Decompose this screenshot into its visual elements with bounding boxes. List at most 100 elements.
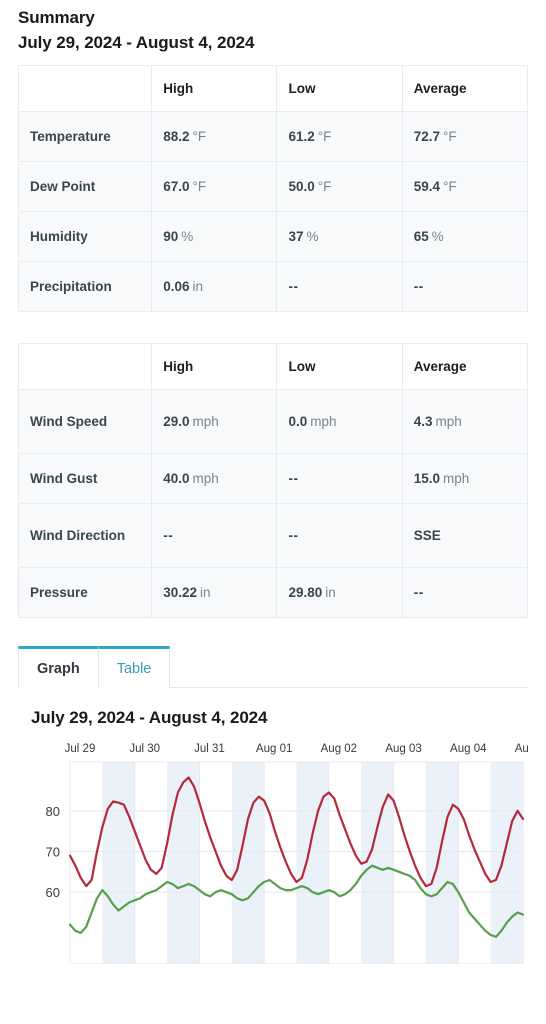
unit: °F bbox=[192, 179, 207, 194]
table-spacer bbox=[0, 312, 546, 334]
unit: in bbox=[192, 279, 204, 294]
cell-wind-speed-high: 29.0 mph bbox=[151, 389, 278, 454]
date-range-title: July 29, 2024 - August 4, 2024 bbox=[18, 33, 255, 52]
value: 90 bbox=[163, 229, 179, 244]
value: 72.7 bbox=[413, 129, 440, 144]
unit: % bbox=[181, 229, 194, 244]
value: 37 bbox=[288, 229, 304, 244]
table-row: Wind Speed 29.0 mph 0.0 mph 4.3 mph bbox=[17, 389, 529, 454]
unit: % bbox=[306, 229, 319, 244]
cell-pressure-high: 30.22 in bbox=[151, 567, 278, 618]
svg-text:Jul 31: Jul 31 bbox=[194, 743, 225, 755]
row-label-wind-gust: Wind Gust bbox=[17, 453, 153, 504]
table-row: Temperature 88.2 °F 61.2 °F 72.7 °F bbox=[17, 111, 529, 162]
cell-pressure-low: 29.80 in bbox=[276, 567, 403, 618]
temperature-dewpoint-line-chart[interactable]: 60 70 80 Jul 29 Jul 30 Jul 31 Aug 01 Aug 02 Aug … bbox=[18, 736, 528, 964]
table-header-row: High Low Average bbox=[17, 65, 529, 112]
value: -- bbox=[163, 528, 174, 543]
value: 0.06 bbox=[163, 279, 190, 294]
weather-summary-page: Summary July 29, 2024 - August 4, 2024 H… bbox=[0, 0, 546, 1024]
tabs-filler bbox=[170, 646, 528, 687]
value: -- bbox=[413, 585, 424, 600]
cell-precipitation-average: -- bbox=[401, 261, 529, 312]
value: SSE bbox=[413, 528, 441, 543]
svg-text:Jul 30: Jul 30 bbox=[129, 743, 160, 755]
tab-table[interactable]: Table bbox=[98, 646, 171, 688]
unit: in bbox=[325, 585, 336, 600]
tabs-row: Graph Table bbox=[18, 646, 528, 688]
value: 50.0 bbox=[288, 179, 315, 194]
value: 67.0 bbox=[163, 179, 190, 194]
conditions-table: High Low Average Temperature 88.2 °F 61.2… bbox=[17, 65, 529, 312]
row-label-temperature: Temperature bbox=[17, 111, 153, 162]
column-header-average: Average bbox=[401, 343, 529, 390]
cell-wind-direction-low: -- bbox=[276, 503, 403, 568]
cell-precipitation-high: 0.06 in bbox=[151, 261, 278, 312]
unit: mph bbox=[435, 414, 462, 429]
cell-humidity-average: 65% bbox=[401, 211, 529, 262]
value: 88.2 bbox=[163, 129, 190, 144]
chart-panel: July 29, 2024 - August 4, 2024 60 70 80 Jul… bbox=[0, 706, 546, 964]
value: 29.0 bbox=[163, 414, 190, 429]
cell-pressure-average: -- bbox=[401, 567, 529, 618]
svg-text:Aug 01: Aug 01 bbox=[256, 743, 292, 755]
table-row: Wind Gust 40.0 mph -- 15.0 mph bbox=[17, 453, 529, 504]
cell-dew-point-average: 59.4 °F bbox=[401, 161, 529, 212]
value: 4.3 bbox=[413, 414, 433, 429]
column-header-low: Low bbox=[276, 65, 403, 112]
tab-graph[interactable]: Graph bbox=[18, 646, 99, 688]
unit: mph bbox=[192, 414, 219, 429]
cell-wind-direction-high: -- bbox=[151, 503, 278, 568]
svg-text:Jul 29: Jul 29 bbox=[65, 743, 96, 755]
cell-dew-point-low: 50.0 °F bbox=[276, 161, 403, 212]
cell-wind-gust-low: -- bbox=[276, 453, 403, 504]
table-row: Precipitation 0.06 in -- -- bbox=[17, 261, 529, 312]
page-title: Summary bbox=[18, 8, 95, 27]
value: 61.2 bbox=[288, 129, 315, 144]
conditions-table-wrap: High Low Average Temperature 88.2 °F 61.2… bbox=[0, 65, 546, 312]
value: 65 bbox=[413, 229, 429, 244]
cell-temperature-low: 61.2 °F bbox=[276, 111, 403, 162]
value: 59.4 bbox=[413, 179, 440, 194]
row-label-pressure: Pressure bbox=[17, 567, 153, 618]
cell-dew-point-high: 67.0 °F bbox=[151, 161, 278, 212]
value: -- bbox=[413, 279, 424, 294]
table-row: Humidity 90% 37% 65% bbox=[17, 211, 529, 262]
svg-text:Aug 02: Aug 02 bbox=[321, 743, 357, 755]
value: 29.80 bbox=[288, 585, 323, 600]
cell-wind-gust-average: 15.0 mph bbox=[401, 453, 529, 504]
table-row: Pressure 30.22 in 29.80 in -- bbox=[17, 567, 529, 618]
svg-text:Aug 03: Aug 03 bbox=[385, 743, 421, 755]
chart-title: July 29, 2024 - August 4, 2024 bbox=[31, 708, 268, 727]
unit: in bbox=[200, 585, 211, 600]
table-row: Dew Point 67.0 °F 50.0 °F 59.4 °F bbox=[17, 161, 529, 212]
chart-area[interactable]: 60 70 80 Jul 29 Jul 30 Jul 31 Aug 01 Aug 02 Aug … bbox=[18, 736, 528, 964]
unit: mph bbox=[443, 471, 470, 486]
value: 30.22 bbox=[163, 585, 198, 600]
value: 40.0 bbox=[163, 471, 190, 486]
unit: °F bbox=[443, 179, 457, 194]
row-label-wind-direction: Wind Direction bbox=[17, 503, 153, 568]
unit: °F bbox=[317, 129, 332, 144]
cell-temperature-average: 72.7 °F bbox=[401, 111, 529, 162]
unit: °F bbox=[443, 129, 457, 144]
row-label-wind-speed: Wind Speed bbox=[17, 389, 153, 454]
row-label-precipitation: Precipitation bbox=[17, 261, 153, 312]
wind-table: High Low Average Wind Speed 29.0 mph 0.0 m… bbox=[17, 343, 529, 618]
unit: % bbox=[431, 229, 444, 244]
unit: mph bbox=[192, 471, 219, 486]
column-header-low: Low bbox=[276, 343, 403, 390]
view-tabs: Graph Table bbox=[0, 646, 546, 688]
svg-text:Aug 05: Aug 05 bbox=[515, 743, 528, 755]
row-label-dew-point: Dew Point bbox=[17, 161, 153, 212]
cell-wind-gust-high: 40.0 mph bbox=[151, 453, 278, 504]
value: -- bbox=[288, 528, 299, 543]
unit: mph bbox=[310, 414, 337, 429]
cell-wind-direction-average: SSE bbox=[401, 503, 529, 568]
cell-wind-speed-average: 4.3 mph bbox=[401, 389, 529, 454]
svg-text:80: 80 bbox=[46, 804, 60, 819]
column-header-high: High bbox=[151, 343, 278, 390]
unit: °F bbox=[317, 179, 332, 194]
cell-precipitation-low: -- bbox=[276, 261, 403, 312]
column-header-high: High bbox=[151, 65, 278, 112]
